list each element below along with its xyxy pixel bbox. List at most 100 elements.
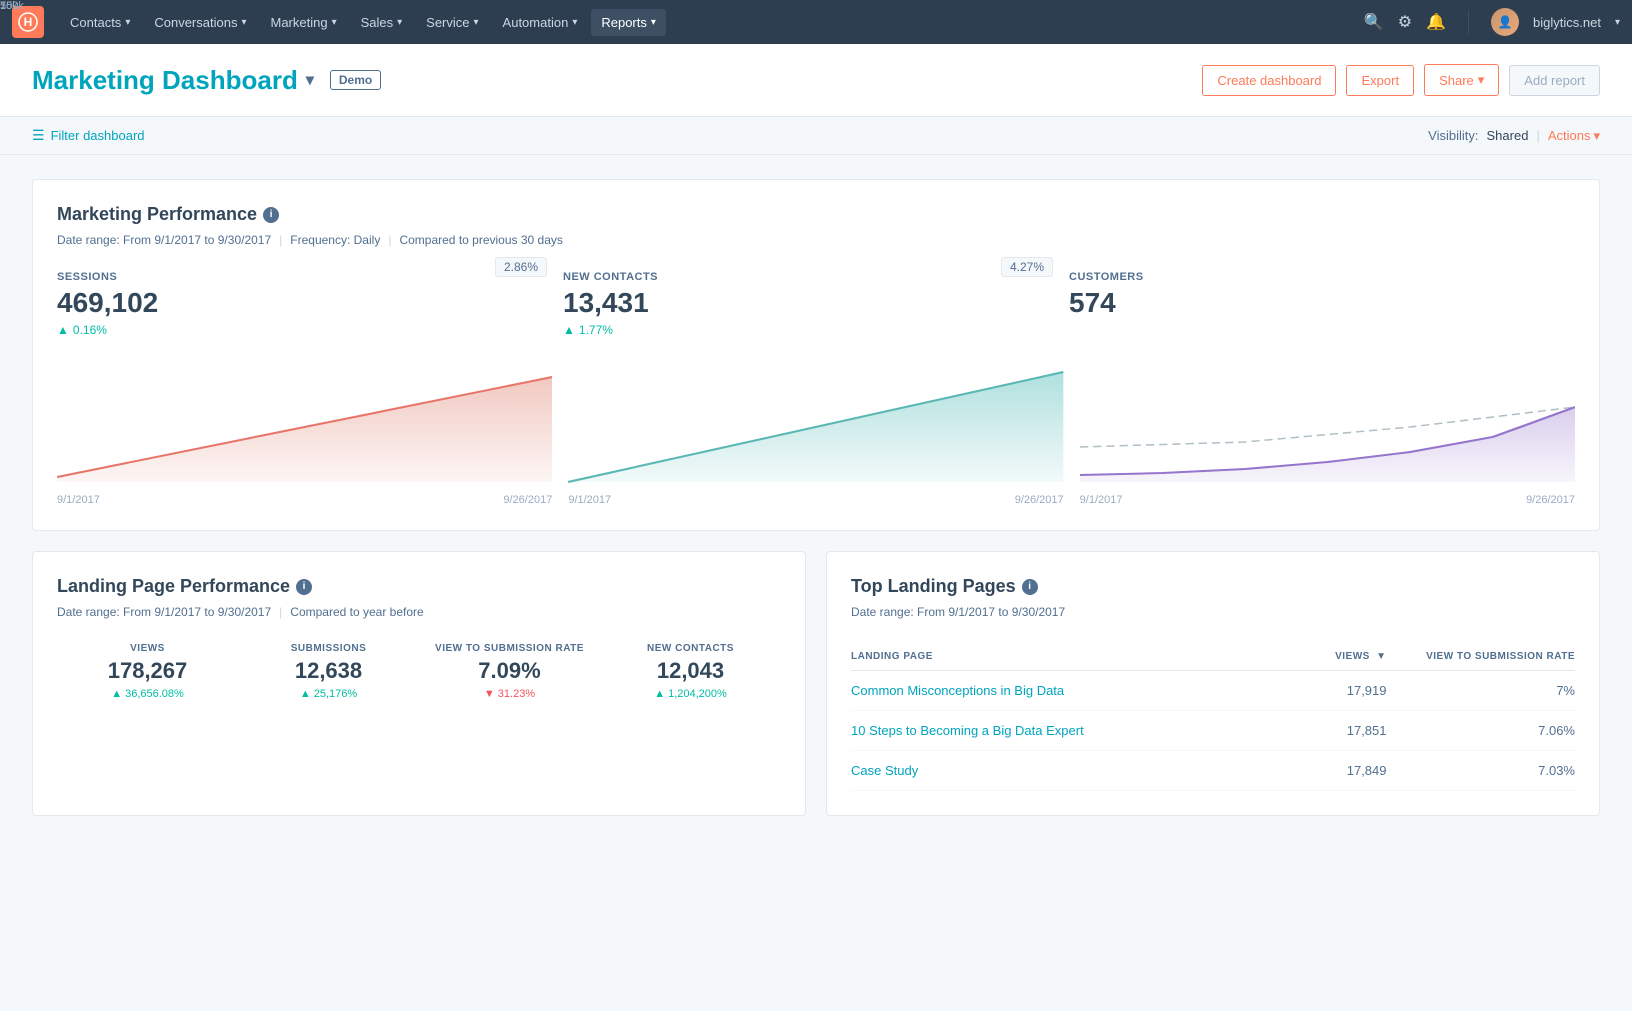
customers-value: 574: [1069, 287, 1559, 319]
account-dropdown-icon[interactable]: ▾: [1615, 17, 1620, 28]
top-landing-pages-table: LANDING PAGE VIEWS ▼ VIEW TO SUBMISSION …: [851, 643, 1575, 791]
actions-dropdown[interactable]: Actions ▾: [1548, 128, 1600, 144]
create-dashboard-button[interactable]: Create dashboard: [1202, 65, 1336, 96]
lp-new-contacts-value: 12,043: [600, 658, 781, 684]
new-contacts-value: 13,431: [563, 287, 649, 319]
nav-items: Contacts ▾ Conversations ▾ Marketing ▾ S…: [60, 9, 1364, 36]
col-landing-page: LANDING PAGE: [851, 643, 1290, 671]
chevron-down-icon: ▾: [125, 17, 130, 28]
lp-views-value: 178,267: [57, 658, 238, 684]
notifications-icon[interactable]: 🔔: [1426, 12, 1446, 32]
info-icon[interactable]: i: [263, 207, 279, 223]
lp-metrics-row: VIEWS 178,267 ▲ 36,656.08% SUBMISSIONS 1…: [57, 643, 781, 700]
charts-row: 500k 9/1/2017 9/26/2017: [57, 357, 1575, 506]
marketing-performance-title: Marketing Performance i: [57, 204, 1575, 225]
nav-service[interactable]: Service ▾: [416, 9, 488, 36]
sessions-chart-xlabels: 9/1/2017 9/26/2017: [57, 494, 552, 506]
lp-new-contacts-change: ▲ 1,204,200%: [600, 688, 781, 700]
nav-marketing[interactable]: Marketing ▾: [260, 9, 346, 36]
metrics-row: SESSIONS 469,102 ▲ 0.16% 2.86% NEW CONTA…: [57, 271, 1575, 337]
info-icon[interactable]: i: [1022, 579, 1038, 595]
top-landing-pages-card: Top Landing Pages i Date range: From 9/1…: [826, 551, 1600, 816]
new-contacts-badge: 4.27%: [1001, 257, 1053, 277]
chevron-down-icon: ▾: [397, 17, 402, 28]
sort-icon: ▼: [1376, 651, 1386, 662]
triangle-up-icon: ▲: [57, 323, 69, 337]
landing-page-link[interactable]: Common Misconceptions in Big Data: [851, 683, 1064, 698]
col-submission-rate: VIEW TO SUBMISSION RATE: [1387, 643, 1576, 671]
visibility-divider: |: [1536, 128, 1539, 143]
table-row: Case Study 17,849 7.03%: [851, 751, 1575, 791]
customers-chart-ylabel: 750: [0, 0, 18, 12]
lp-submissions-metric: SUBMISSIONS 12,638 ▲ 25,176%: [238, 643, 419, 700]
landing-page-link[interactable]: 10 Steps to Becoming a Big Data Expert: [851, 723, 1084, 738]
row1-rate: 7%: [1387, 671, 1576, 711]
sessions-change: ▲ 0.16%: [57, 323, 158, 337]
page-header: Marketing Dashboard ▾ Demo Create dashbo…: [0, 44, 1632, 117]
settings-icon[interactable]: ⚙: [1398, 12, 1412, 32]
avatar[interactable]: 👤: [1491, 8, 1519, 36]
nav-automation[interactable]: Automation ▾: [493, 9, 588, 36]
nav-sales[interactable]: Sales ▾: [351, 9, 413, 36]
dashboard-dropdown-icon[interactable]: ▾: [306, 70, 314, 90]
contacts-chart-xlabels: 9/1/2017 9/26/2017: [568, 494, 1063, 506]
contacts-chart-svg: [568, 357, 1063, 487]
chevron-down-icon: ▾: [241, 17, 246, 28]
top-landing-pages-title: Top Landing Pages i: [851, 576, 1575, 597]
triangle-down-icon: ▼: [484, 688, 495, 700]
row3-rate: 7.03%: [1387, 751, 1576, 791]
row2-views: 17,851: [1290, 711, 1387, 751]
sessions-value: 469,102: [57, 287, 158, 319]
table-row: 10 Steps to Becoming a Big Data Expert 1…: [851, 711, 1575, 751]
lp-views-change: ▲ 36,656.08%: [57, 688, 238, 700]
search-icon[interactable]: 🔍: [1364, 12, 1384, 32]
landing-page-performance-card: Landing Page Performance i Date range: F…: [32, 551, 806, 816]
visibility-section: Visibility: Shared | Actions ▾: [1428, 128, 1600, 144]
table-header-row: LANDING PAGE VIEWS ▼ VIEW TO SUBMISSION …: [851, 643, 1575, 671]
sessions-chart-container: 500k 9/1/2017 9/26/2017: [57, 357, 552, 506]
lp-views-metric: VIEWS 178,267 ▲ 36,656.08%: [57, 643, 238, 700]
sessions-chart-svg: [57, 357, 552, 487]
page-title: Marketing Dashboard ▾ Demo: [32, 65, 381, 96]
nav-contacts[interactable]: Contacts ▾: [60, 9, 140, 36]
marketing-performance-card: Marketing Performance i Date range: From…: [32, 179, 1600, 531]
landing-page-performance-title: Landing Page Performance i: [57, 576, 781, 597]
triangle-up-icon: ▲: [563, 323, 575, 337]
main-content: Marketing Performance i Date range: From…: [0, 155, 1632, 860]
chevron-down-icon: ▾: [1593, 128, 1600, 144]
new-contacts-metric: NEW CONTACTS 13,431 ▲ 1.77% 4.27%: [563, 271, 1069, 337]
info-icon[interactable]: i: [296, 579, 312, 595]
triangle-up-icon: ▲: [111, 688, 122, 700]
bottom-grid: Landing Page Performance i Date range: F…: [32, 551, 1600, 836]
sessions-badge: 2.86%: [495, 257, 547, 277]
nav-right-section: 🔍 ⚙ 🔔 👤 biglytics.net ▾: [1364, 8, 1620, 36]
row3-views: 17,849: [1290, 751, 1387, 791]
customers-chart-svg: [1080, 357, 1575, 487]
table-row: Common Misconceptions in Big Data 17,919…: [851, 671, 1575, 711]
sessions-metric: SESSIONS 469,102 ▲ 0.16% 2.86%: [57, 271, 563, 337]
row2-rate: 7.06%: [1387, 711, 1576, 751]
nav-reports[interactable]: Reports ▾: [591, 9, 666, 36]
share-button[interactable]: Share ▾: [1424, 64, 1499, 96]
lp-submissions-value: 12,638: [238, 658, 419, 684]
landing-page-performance-meta: Date range: From 9/1/2017 to 9/30/2017 |…: [57, 605, 781, 619]
chevron-down-icon: ▾: [651, 17, 656, 28]
nav-conversations[interactable]: Conversations ▾: [144, 9, 256, 36]
top-navigation: H Contacts ▾ Conversations ▾ Marketing ▾…: [0, 0, 1632, 44]
row1-name: Common Misconceptions in Big Data: [851, 671, 1290, 711]
filter-icon: ☰: [32, 127, 45, 144]
chevron-down-icon: ▾: [332, 17, 337, 28]
landing-page-link[interactable]: Case Study: [851, 763, 918, 778]
export-button[interactable]: Export: [1346, 65, 1414, 96]
account-name[interactable]: biglytics.net: [1533, 15, 1601, 30]
contacts-chart-container: 15k 9/1/2017 9/26/2017: [568, 357, 1063, 506]
top-landing-pages-meta: Date range: From 9/1/2017 to 9/30/2017: [851, 605, 1575, 619]
triangle-up-icon: ▲: [654, 688, 665, 700]
nav-divider: [1468, 10, 1469, 34]
filter-dashboard-link[interactable]: ☰ Filter dashboard: [32, 127, 145, 144]
filter-bar: ☰ Filter dashboard Visibility: Shared | …: [0, 117, 1632, 155]
chevron-down-icon: ▾: [1478, 72, 1485, 88]
col-views[interactable]: VIEWS ▼: [1290, 643, 1387, 671]
chevron-down-icon: ▾: [474, 17, 479, 28]
customers-chart-xlabels: 9/1/2017 9/26/2017: [1080, 494, 1575, 506]
